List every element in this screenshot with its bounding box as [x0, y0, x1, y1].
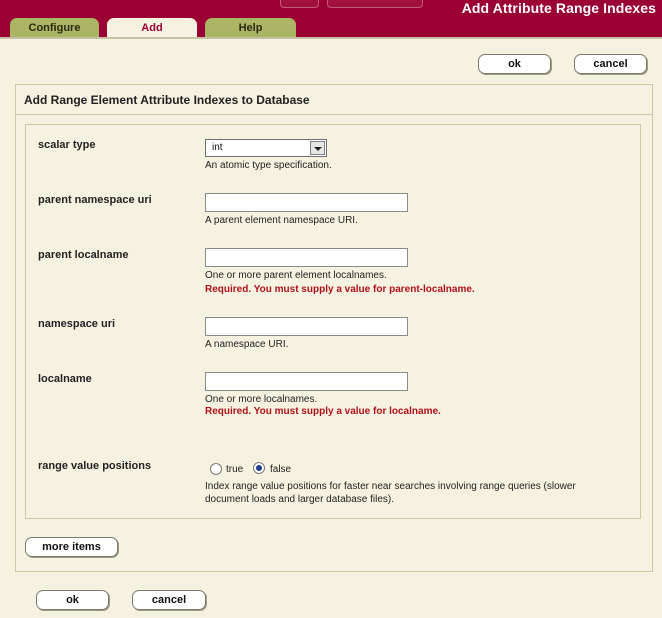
parent-localname-error: Required. You must supply a value for pa…	[205, 284, 475, 295]
parent-localname-label: parent localname	[38, 249, 129, 261]
scalar-type-value: int	[212, 142, 223, 153]
tab-configure[interactable]: Configure	[10, 18, 99, 37]
radio-false[interactable]	[253, 462, 265, 474]
namespace-uri-help: A namespace URI.	[205, 339, 289, 350]
parent-namespace-uri-label: parent namespace uri	[38, 194, 152, 206]
form-title: Add Range Element Attribute Indexes to D…	[24, 93, 310, 107]
title-divider	[16, 114, 652, 115]
more-items-button[interactable]: more items	[25, 537, 118, 557]
localname-input[interactable]	[205, 372, 408, 391]
parent-localname-help: One or more parent element localnames.	[205, 270, 387, 281]
tab-add[interactable]: Add	[107, 18, 197, 37]
namespace-uri-label: namespace uri	[38, 318, 116, 330]
parent-localname-input[interactable]	[205, 248, 408, 267]
parent-namespace-uri-input[interactable]	[205, 193, 408, 212]
localname-help: One or more localnames.	[205, 394, 318, 405]
ok-button-bottom[interactable]: ok	[36, 590, 109, 610]
header-bar: Add Attribute Range Indexes	[0, 0, 662, 37]
range-value-positions-help-2: document loads and larger database files…	[205, 494, 395, 505]
localname-label: localname	[38, 373, 92, 385]
header-nav-stub[interactable]	[280, 0, 319, 8]
radio-false-label[interactable]: false	[270, 464, 291, 475]
ok-button-top[interactable]: ok	[478, 54, 551, 74]
cancel-button-bottom[interactable]: cancel	[132, 590, 206, 610]
radio-true-label[interactable]: true	[226, 464, 243, 475]
page-title: Add Attribute Range Indexes	[461, 0, 656, 16]
range-value-positions-label: range value positions	[38, 460, 152, 472]
tab-help[interactable]: Help	[205, 18, 296, 37]
localname-error: Required. You must supply a value for lo…	[205, 406, 441, 417]
tab-divider	[0, 37, 662, 39]
namespace-uri-input[interactable]	[205, 317, 408, 336]
radio-true[interactable]	[210, 463, 222, 475]
scalar-type-help: An atomic type specification.	[205, 160, 332, 171]
chevron-down-icon[interactable]	[310, 141, 325, 155]
scalar-type-select[interactable]: int	[205, 139, 327, 157]
scalar-type-label: scalar type	[38, 139, 96, 151]
cancel-button-top[interactable]: cancel	[574, 54, 647, 74]
header-nav-stub[interactable]	[327, 0, 423, 8]
range-value-positions-help-1: Index range value positions for faster n…	[205, 481, 576, 492]
parent-namespace-uri-help: A parent element namespace URI.	[205, 215, 358, 226]
